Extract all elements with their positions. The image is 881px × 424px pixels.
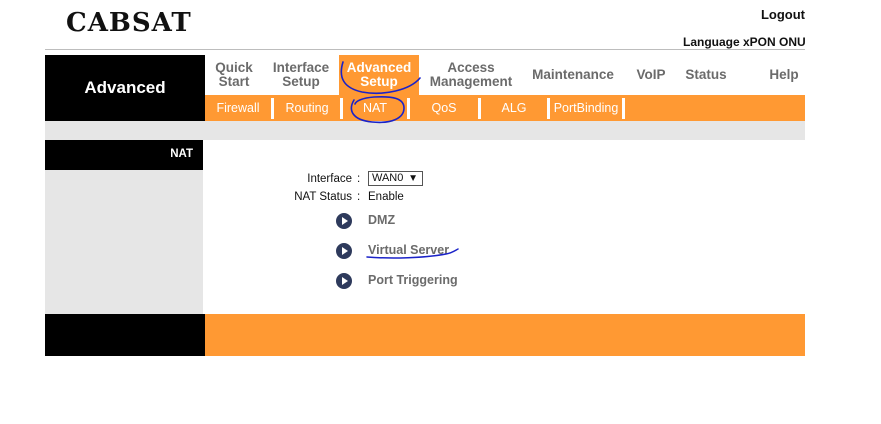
nat-status-value: Enable — [368, 191, 404, 203]
link-dmz[interactable]: DMZ — [368, 213, 395, 227]
footer-right — [205, 314, 805, 356]
tab-label-line1: Quick — [215, 60, 253, 75]
tab-help[interactable]: Help — [763, 55, 805, 95]
link-port-triggering[interactable]: Port Triggering — [368, 273, 458, 287]
tab-label-line1: Access — [447, 60, 495, 75]
nat-status-colon: : — [357, 191, 361, 203]
left-panel-title: NAT — [170, 148, 193, 160]
arrow-bullet-icon — [336, 213, 352, 229]
sub-nav: Firewall Routing NAT QoS ALG PortBinding — [205, 95, 805, 121]
separator-band — [45, 121, 805, 140]
tab-status[interactable]: Status — [681, 55, 731, 95]
left-panel-header: NAT — [45, 140, 203, 170]
tab-interface-setup[interactable]: Interface Setup — [263, 55, 339, 95]
interface-select-value: WAN0 — [372, 172, 404, 184]
subtab-divider — [622, 98, 625, 119]
logout-link[interactable]: Logout — [761, 7, 805, 22]
subtab-portbinding[interactable]: PortBinding — [550, 95, 622, 121]
dropdown-arrow-icon: ▼ — [408, 173, 418, 184]
section-title: Advanced — [45, 55, 205, 121]
subtab-firewall[interactable]: Firewall — [205, 95, 271, 121]
footer-left — [45, 314, 205, 356]
arrow-bullet-icon — [336, 273, 352, 289]
language-bar: Language xPON ONU — [683, 35, 806, 49]
tab-access-management[interactable]: Access Management — [421, 55, 521, 95]
tab-label-line2: Setup — [360, 74, 398, 89]
subtab-qos[interactable]: QoS — [410, 95, 478, 121]
brand-logo: CABSAT — [66, 8, 192, 38]
tab-label-line1: Interface — [272, 60, 330, 75]
interface-label: Interface — [307, 173, 352, 185]
nat-status-label: NAT Status — [294, 191, 352, 203]
tab-maintenance[interactable]: Maintenance — [529, 55, 617, 95]
subtab-alg[interactable]: ALG — [481, 95, 547, 121]
tab-label-line2: Setup — [282, 74, 320, 89]
arrow-bullet-icon — [336, 243, 352, 259]
interface-select[interactable]: WAN0 ▼ — [368, 171, 423, 186]
tab-label-line1: Advanced — [346, 60, 412, 75]
interface-colon: : — [357, 173, 361, 185]
subtab-nat[interactable]: NAT — [343, 95, 407, 121]
tab-voip[interactable]: VoIP — [629, 55, 673, 95]
tab-advanced-setup[interactable]: Advanced Setup — [339, 55, 419, 95]
tab-quick-start[interactable]: Quick Start — [205, 55, 263, 95]
subtab-routing[interactable]: Routing — [274, 95, 340, 121]
header-divider — [45, 49, 805, 50]
tab-label-line2: Management — [429, 74, 513, 89]
main-nav: Quick Start Interface Setup Advanced Setup … — [205, 55, 805, 95]
tab-label-line2: Start — [218, 74, 250, 89]
link-virtual-server[interactable]: Virtual Server — [368, 243, 449, 257]
